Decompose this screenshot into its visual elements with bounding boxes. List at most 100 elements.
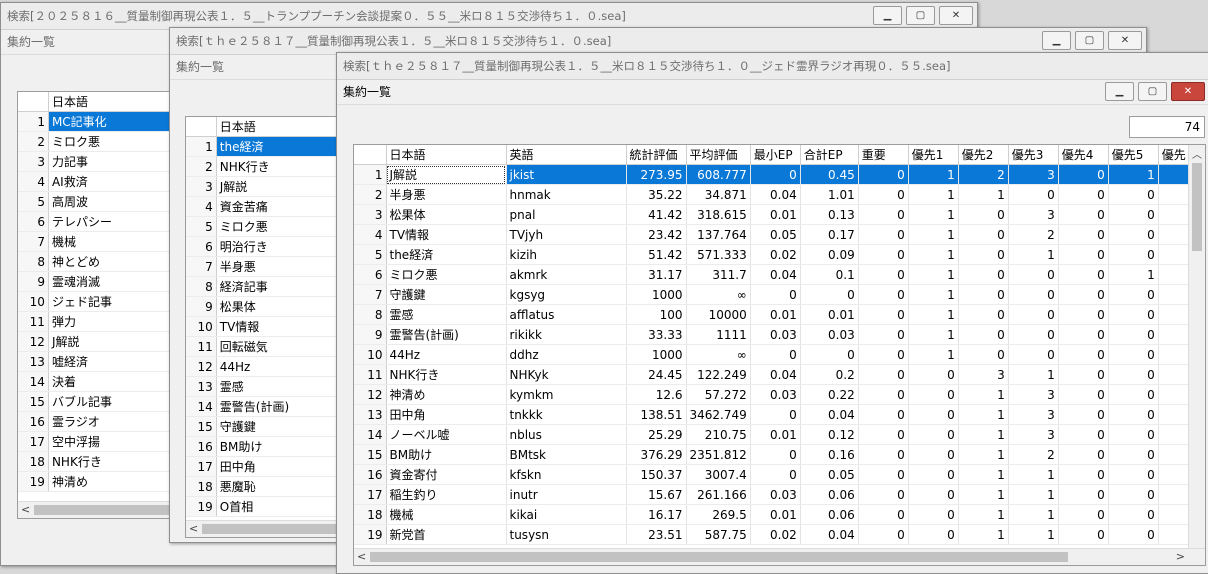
table-row[interactable]: 19 O首相	[186, 496, 346, 517]
cell-importance[interactable]: 0	[858, 424, 909, 445]
column-header-min-ep[interactable]: 最小EP	[750, 145, 801, 165]
maximize-button[interactable]: ▢	[1138, 82, 1167, 101]
cell-english[interactable]: kfskn	[506, 464, 627, 485]
cell-english[interactable]: ddhz	[506, 344, 627, 365]
cell-japanese[interactable]: O首相	[216, 496, 346, 517]
cell-priority-3[interactable]: 1	[1008, 464, 1059, 485]
cell-priority-5[interactable]: 0	[1108, 304, 1159, 325]
cell-avg-eval[interactable]: 10000	[686, 304, 751, 325]
cell-priority-2[interactable]: 0	[958, 264, 1009, 285]
cell-stat-eval[interactable]: 23.51	[626, 524, 687, 545]
column-header-avg-eval[interactable]: 平均評価	[686, 145, 751, 165]
table-row[interactable]: 19 神清め	[18, 471, 178, 492]
cell-min-ep[interactable]: 0	[750, 464, 801, 485]
cell-priority-1[interactable]: 0	[908, 424, 959, 445]
horizontal-scrollbar[interactable]: < >	[354, 548, 1205, 565]
cell-priority-2[interactable]: 2	[958, 164, 1009, 185]
cell-english[interactable]: afflatus	[506, 304, 627, 325]
table-row[interactable]: 19 新党首 tusysn 23.51 587.75 0.02 0.04 0 0 1 1 0 0	[354, 524, 1199, 545]
horizontal-scrollbar[interactable]: <	[186, 520, 346, 537]
cell-japanese[interactable]: 神清め	[386, 384, 507, 405]
cell-avg-eval[interactable]: 587.75	[686, 524, 751, 545]
cell-priority-2[interactable]: 3	[958, 364, 1009, 385]
cell-priority-3[interactable]: 1	[1008, 244, 1059, 265]
cell-priority-3[interactable]: 0	[1008, 184, 1059, 205]
table-row[interactable]: 6 ミロク悪 akmrk 31.17 311.7 0.04 0.1 0 1 0 0 0 1	[354, 264, 1199, 285]
cell-priority-2[interactable]: 1	[958, 464, 1009, 485]
cell-priority-3[interactable]: 2	[1008, 444, 1059, 465]
cell-avg-eval[interactable]: ∞	[686, 284, 751, 305]
cell-japanese[interactable]: 回転磁気	[216, 336, 346, 357]
cell-priority-4[interactable]: 0	[1058, 364, 1109, 385]
cell-stat-eval[interactable]: 273.95	[626, 164, 687, 185]
cell-stat-eval[interactable]: 100	[626, 304, 687, 325]
cell-importance[interactable]: 0	[858, 324, 909, 345]
cell-total-ep[interactable]: 0.06	[800, 504, 859, 525]
cell-priority-5[interactable]: 0	[1108, 184, 1159, 205]
scroll-thumb[interactable]	[202, 524, 342, 534]
cell-english[interactable]: nblus	[506, 424, 627, 445]
table-row[interactable]: 3 J解説	[186, 176, 346, 197]
cell-japanese[interactable]: 半身悪	[386, 184, 507, 205]
cell-avg-eval[interactable]: 210.75	[686, 424, 751, 445]
cell-priority-5[interactable]: 0	[1108, 204, 1159, 225]
table-row[interactable]: 4 資金苦痛	[186, 196, 346, 217]
cell-priority-4[interactable]: 0	[1058, 264, 1109, 285]
minimize-button[interactable]: ▁	[1105, 82, 1134, 101]
cell-importance[interactable]: 0	[858, 284, 909, 305]
cell-stat-eval[interactable]: 138.51	[626, 404, 687, 425]
cell-japanese[interactable]: 守護鍵	[386, 284, 507, 305]
cell-japanese[interactable]: ノーベル嘘	[386, 424, 507, 445]
table-row[interactable]: 17 稲生釣り inutr 15.67 261.166 0.03 0.06 0 0 1 1 0 0	[354, 484, 1199, 505]
cell-stat-eval[interactable]: 376.29	[626, 444, 687, 465]
cell-total-ep[interactable]: 0.04	[800, 404, 859, 425]
cell-priority-3[interactable]: 1	[1008, 364, 1059, 385]
cell-total-ep[interactable]: 0.17	[800, 224, 859, 245]
cell-min-ep[interactable]: 0	[750, 164, 801, 185]
cell-priority-5[interactable]: 0	[1108, 464, 1159, 485]
cell-priority-2[interactable]: 0	[958, 224, 1009, 245]
cell-priority-4[interactable]: 0	[1058, 484, 1109, 505]
cell-min-ep[interactable]: 0	[750, 284, 801, 305]
cell-importance[interactable]: 0	[858, 244, 909, 265]
cell-avg-eval[interactable]: 318.615	[686, 204, 751, 225]
cell-min-ep[interactable]: 0.04	[750, 364, 801, 385]
cell-total-ep[interactable]: 0.09	[800, 244, 859, 265]
table-row[interactable]: 6 明治行き	[186, 236, 346, 257]
window-3-grid[interactable]: 日本語 英語 統計評価 平均評価 最小EP 合計EP 重要 優先1 優先2 優先3 優先4 優先5 優先…	[353, 144, 1206, 566]
table-row[interactable]: 3 松果体 pnal 41.42 318.615 0.01 0.13 0 1 0 3 0 0	[354, 204, 1199, 225]
cell-japanese[interactable]: 嘘経済	[48, 351, 178, 372]
cell-priority-1[interactable]: 1	[908, 324, 959, 345]
table-row[interactable]: 8 神とどめ	[18, 251, 178, 272]
cell-priority-3[interactable]: 3	[1008, 424, 1059, 445]
cell-priority-3[interactable]: 3	[1008, 204, 1059, 225]
cell-total-ep[interactable]: 0	[800, 344, 859, 365]
cell-japanese[interactable]: BM助け	[216, 436, 346, 457]
cell-priority-2[interactable]: 0	[958, 304, 1009, 325]
cell-priority-4[interactable]: 0	[1058, 404, 1109, 425]
cell-importance[interactable]: 0	[858, 404, 909, 425]
column-header-priority-3[interactable]: 優先3	[1008, 145, 1059, 165]
cell-stat-eval[interactable]: 24.45	[626, 364, 687, 385]
cell-min-ep[interactable]: 0.01	[750, 424, 801, 445]
table-row[interactable]: 16 BM助け	[186, 436, 346, 457]
cell-min-ep[interactable]: 0.02	[750, 244, 801, 265]
cell-priority-4[interactable]: 0	[1058, 464, 1109, 485]
cell-priority-4[interactable]: 0	[1058, 324, 1109, 345]
table-row[interactable]: 2 NHK行き	[186, 156, 346, 177]
cell-japanese[interactable]: AI救済	[48, 171, 178, 192]
cell-priority-1[interactable]: 1	[908, 164, 959, 185]
table-row[interactable]: 14 決着	[18, 371, 178, 392]
cell-english[interactable]: rikikk	[506, 324, 627, 345]
window-2-titlebar[interactable]: 検索[ｔｈｅ２５８１７__質量制御再現公表１．５__米ロ８１５交渉待ち１．０.s…	[170, 28, 1146, 55]
table-row[interactable]: 18 悪魔恥	[186, 476, 346, 497]
cell-priority-4[interactable]: 0	[1058, 424, 1109, 445]
cell-min-ep[interactable]: 0.02	[750, 524, 801, 545]
table-row[interactable]: 5 the経済 kizih 51.42 571.333 0.02 0.09 0 1 0 1 0 0	[354, 244, 1199, 265]
cell-importance[interactable]: 0	[858, 164, 909, 185]
table-row[interactable]: 5 ミロク悪	[186, 216, 346, 237]
table-row[interactable]: 7 半身悪	[186, 256, 346, 277]
table-row[interactable]: 14 ノーベル嘘 nblus 25.29 210.75 0.01 0.12 0 0 1 3 0 0	[354, 424, 1199, 445]
column-header-japanese[interactable]: 日本語	[386, 145, 507, 165]
cell-priority-1[interactable]: 0	[908, 524, 959, 545]
